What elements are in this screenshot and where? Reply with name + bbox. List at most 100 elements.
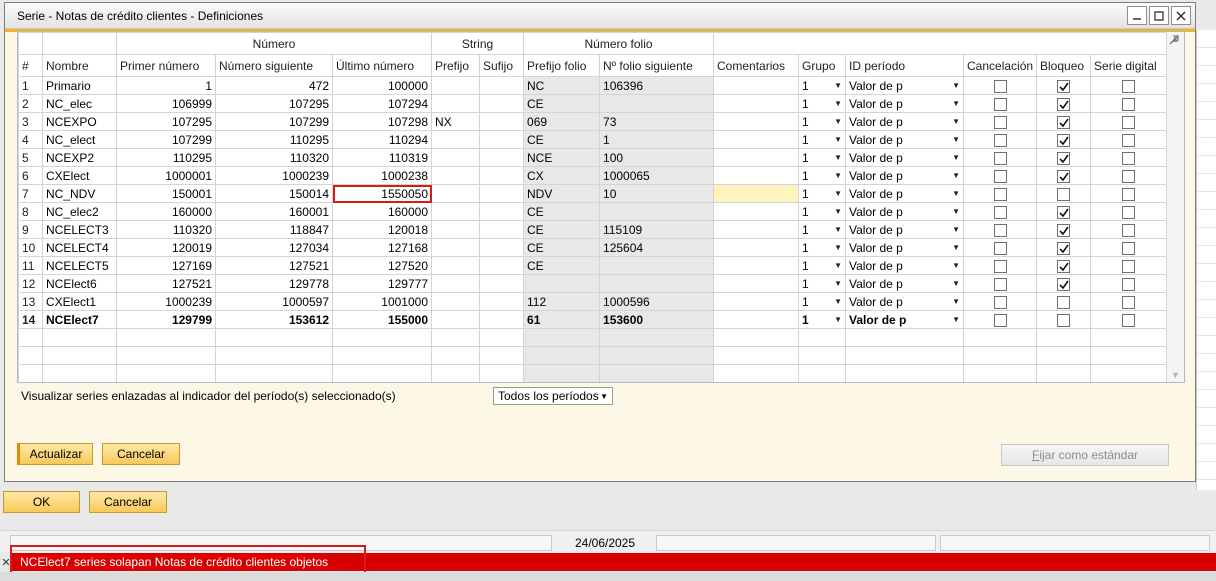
cell-nombre[interactable]: CXElect — [42, 166, 117, 185]
cell-prefijo[interactable] — [431, 76, 480, 95]
cell-id-periodo[interactable]: Valor de p ▼ — [845, 76, 965, 95]
cell-comentarios[interactable] — [713, 166, 800, 185]
bloqueo-checkbox[interactable] — [1057, 169, 1071, 183]
cell-numero-siguiente[interactable]: 160001 — [215, 202, 333, 221]
cell-sufijo[interactable] — [478, 76, 525, 95]
cell-id-periodo[interactable]: Valor de p ▼ — [845, 94, 965, 113]
table-row[interactable]: 11 NCELECT5 127169 127521 127520 CE 1 ▼ Valor de… — [18, 256, 1168, 275]
cell-prefijo-folio[interactable]: CE — [523, 94, 601, 113]
cancelacion-checkbox[interactable] — [993, 259, 1007, 273]
cell-prefijo[interactable]: NX — [431, 112, 480, 131]
cell-id-periodo[interactable]: Valor de p ▼ — [845, 148, 965, 167]
cell-comentarios[interactable] — [713, 202, 800, 221]
cell-id-periodo[interactable]: Valor de p ▼ — [845, 292, 965, 311]
cancelacion-checkbox[interactable] — [993, 115, 1007, 129]
cell-prefijo[interactable] — [431, 292, 480, 311]
bloqueo-checkbox[interactable] — [1057, 277, 1071, 291]
cell-ultimo-numero[interactable]: 160000 — [332, 202, 432, 221]
bloqueo-checkbox[interactable] — [1057, 241, 1071, 255]
cell-grupo[interactable]: 1 ▼ — [798, 238, 847, 257]
column-header[interactable]: Último número — [332, 54, 432, 77]
cell-sufijo[interactable] — [478, 256, 525, 275]
bloqueo-checkbox[interactable] — [1057, 313, 1071, 327]
title-bar[interactable]: Serie - Notas de crédito clientes - Defi… — [5, 3, 1195, 29]
cancelacion-checkbox[interactable] — [993, 169, 1007, 183]
period-filter-select[interactable]: Todos los períodos ▼ — [493, 387, 613, 405]
cell-id-periodo[interactable]: Valor de p ▼ — [845, 112, 965, 131]
cell-prefijo[interactable] — [431, 274, 480, 293]
cancelacion-checkbox[interactable] — [993, 205, 1007, 219]
cell-primer-numero[interactable]: 127169 — [116, 256, 216, 275]
cell-comentarios[interactable] — [713, 256, 800, 275]
column-header[interactable]: Prefijo folio — [523, 54, 601, 77]
bloqueo-checkbox[interactable] — [1057, 79, 1071, 93]
cell-id-periodo[interactable]: Valor de p ▼ — [845, 166, 965, 185]
cell-prefijo[interactable] — [431, 202, 480, 221]
cell-prefijo-folio[interactable]: CE — [523, 238, 601, 257]
cell-id-periodo[interactable]: Valor de p ▼ — [845, 256, 965, 275]
cell-nombre[interactable]: NCElect7 — [42, 310, 117, 329]
cell-numero-siguiente[interactable]: 150014 — [215, 184, 333, 203]
table-row[interactable]: 1 Primario 1 472 100000 NC 106396 1 ▼ Valor de p ▼ — [18, 76, 1168, 95]
cell-grupo[interactable]: 1 ▼ — [798, 130, 847, 149]
column-header[interactable]: Cancelación — [963, 54, 1038, 77]
cell-prefijo[interactable] — [431, 310, 480, 329]
cell-prefijo-folio[interactable]: 112 — [523, 292, 601, 311]
bloqueo-checkbox[interactable] — [1057, 295, 1071, 309]
cell-ultimo-numero[interactable]: 127168 — [332, 238, 432, 257]
serie-digital-checkbox[interactable] — [1122, 151, 1136, 165]
cell-folio-siguiente[interactable] — [599, 274, 715, 293]
cancelacion-checkbox[interactable] — [993, 187, 1007, 201]
cell-id-periodo[interactable]: Valor de p ▼ — [845, 274, 965, 293]
cell-grupo[interactable]: 1 ▼ — [798, 256, 847, 275]
cell-folio-siguiente[interactable] — [599, 202, 715, 221]
cell-ultimo-numero[interactable]: 100000 — [332, 76, 432, 95]
cancelacion-checkbox[interactable] — [993, 151, 1007, 165]
cell-comentarios[interactable] — [713, 184, 800, 203]
cell-prefijo[interactable] — [431, 184, 480, 203]
table-row[interactable]: 8 NC_elec2 160000 160001 160000 CE 1 ▼ Valor de … — [18, 202, 1168, 221]
cell-grupo[interactable]: 1 ▼ — [798, 202, 847, 221]
cell-comentarios[interactable] — [713, 76, 800, 95]
cell-sufijo[interactable] — [478, 292, 525, 311]
serie-digital-checkbox[interactable] — [1122, 295, 1136, 309]
cancelacion-checkbox[interactable] — [993, 295, 1007, 309]
serie-digital-checkbox[interactable] — [1122, 241, 1136, 255]
table-row[interactable]: 13 CXElect1 1000239 1000597 1001000 112 100059… — [18, 292, 1168, 311]
cell-primer-numero[interactable]: 150001 — [116, 184, 216, 203]
cell-numero-siguiente[interactable]: 153612 — [215, 310, 333, 329]
cell-grupo[interactable]: 1 ▼ — [798, 310, 847, 329]
set-default-button[interactable]: Fijar como estándar — [1001, 444, 1169, 466]
cell-sufijo[interactable] — [478, 148, 525, 167]
table-row[interactable]: 3 NCEXPO 107295 107299 107298 NX 069 73 1 ▼ Valor … — [18, 112, 1168, 131]
cell-numero-siguiente[interactable]: 110295 — [215, 130, 333, 149]
cancel-outer-button[interactable]: Cancelar — [89, 491, 167, 513]
cell-grupo[interactable]: 1 ▼ — [798, 274, 847, 293]
table-row[interactable]: 10 NCELECT4 120019 127034 127168 CE 125604 1 ▼ Va… — [18, 238, 1168, 257]
cell-prefijo-folio[interactable]: CE — [523, 220, 601, 239]
cancelacion-checkbox[interactable] — [993, 241, 1007, 255]
cell-prefijo[interactable] — [431, 130, 480, 149]
cell-numero-siguiente[interactable]: 129778 — [215, 274, 333, 293]
cell-ultimo-numero[interactable]: 1001000 — [332, 292, 432, 311]
serie-digital-checkbox[interactable] — [1122, 79, 1136, 93]
cell-prefijo-folio[interactable]: CE — [523, 256, 601, 275]
cell-grupo[interactable]: 1 ▼ — [798, 166, 847, 185]
column-header[interactable]: Nombre — [42, 54, 117, 77]
cell-id-periodo[interactable]: Valor de p ▼ — [845, 202, 965, 221]
cell-folio-siguiente[interactable]: 73 — [599, 112, 715, 131]
cell-sufijo[interactable] — [478, 94, 525, 113]
column-header[interactable]: Bloqueo — [1036, 54, 1092, 77]
cell-nombre[interactable]: NCElect6 — [42, 274, 117, 293]
cell-nombre[interactable]: NC_elec2 — [42, 202, 117, 221]
cell-comentarios[interactable] — [713, 274, 800, 293]
cell-prefijo-folio[interactable]: NCE — [523, 148, 601, 167]
serie-digital-checkbox[interactable] — [1122, 133, 1136, 147]
grid-scrollbar[interactable]: ▲ ▼ — [1166, 32, 1184, 382]
cell-prefijo-folio[interactable]: CE — [523, 202, 601, 221]
cell-sufijo[interactable] — [478, 274, 525, 293]
cell-ultimo-numero[interactable]: 127520 — [332, 256, 432, 275]
column-header[interactable]: Serie digital — [1090, 54, 1168, 77]
cell-comentarios[interactable] — [713, 94, 800, 113]
cell-ultimo-numero[interactable]: 110319 — [332, 148, 432, 167]
